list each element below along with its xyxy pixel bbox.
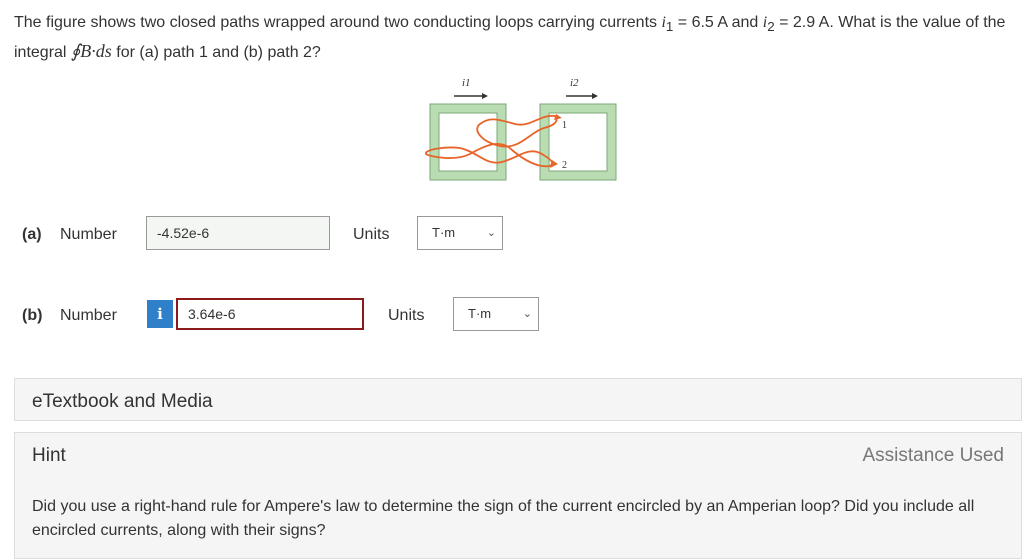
part-b-units-select[interactable]: T·m ⌄ — [453, 297, 539, 331]
part-a-units-select[interactable]: T·m ⌄ — [417, 216, 503, 250]
part-a-number-input[interactable]: -4.52e-6 — [146, 216, 330, 250]
loops-figure: i1 i2 1 2 — [420, 76, 620, 186]
part-b-number-input[interactable]: 3.64e-6 — [176, 298, 364, 330]
part-b-label: (b) — [22, 307, 43, 324]
hint-text: Did you use a right-hand rule for Ampere… — [32, 498, 975, 539]
question-intro: The figure shows two closed paths wrappe… — [14, 14, 658, 31]
i2-arrowhead — [592, 93, 598, 99]
loop-2-inner — [548, 112, 608, 172]
part-a-units-label: Units — [353, 226, 390, 243]
part-b-row: (b) Number i 3.64e-6 Units T·m ⌄ — [0, 297, 1024, 337]
part-a-label: (a) — [22, 226, 42, 243]
integral-symbol: ∮B·ds — [70, 41, 112, 62]
etextbook-media-label: eTextbook and Media — [32, 391, 213, 412]
i2-label: i2 — [570, 77, 579, 89]
chevron-down-icon: ⌄ — [486, 227, 496, 239]
part-a-units-value: T·m — [432, 225, 456, 240]
part-b-number-label: Number — [60, 307, 117, 324]
info-icon[interactable]: i — [147, 300, 173, 328]
hint-label[interactable]: Hint — [32, 445, 66, 467]
path-2-label: 2 — [562, 160, 567, 171]
part-b-units-value: T·m — [468, 306, 492, 321]
assistance-used-status: Assistance Used — [862, 445, 1004, 466]
i1-value: = 6.5 A and — [673, 14, 763, 31]
i1-label: i1 — [462, 77, 471, 89]
chevron-down-icon: ⌄ — [522, 308, 532, 320]
path-1-label: 1 — [562, 120, 567, 131]
question-text: The figure shows two closed paths wrappe… — [14, 10, 1014, 65]
part-a-row: (a) Number -4.52e-6 Units T·m ⌄ — [0, 216, 1024, 256]
part-b-units-label: Units — [388, 307, 425, 324]
etextbook-media-panel[interactable]: eTextbook and Media — [14, 378, 1022, 421]
i2-subscript: 2 — [767, 19, 775, 35]
question-end: for (a) path 1 and (b) path 2? — [111, 44, 321, 62]
part-a-number-label: Number — [60, 226, 117, 243]
i1-arrowhead — [482, 93, 488, 99]
hint-panel: Hint Assistance Used Did you use a right… — [14, 432, 1022, 559]
